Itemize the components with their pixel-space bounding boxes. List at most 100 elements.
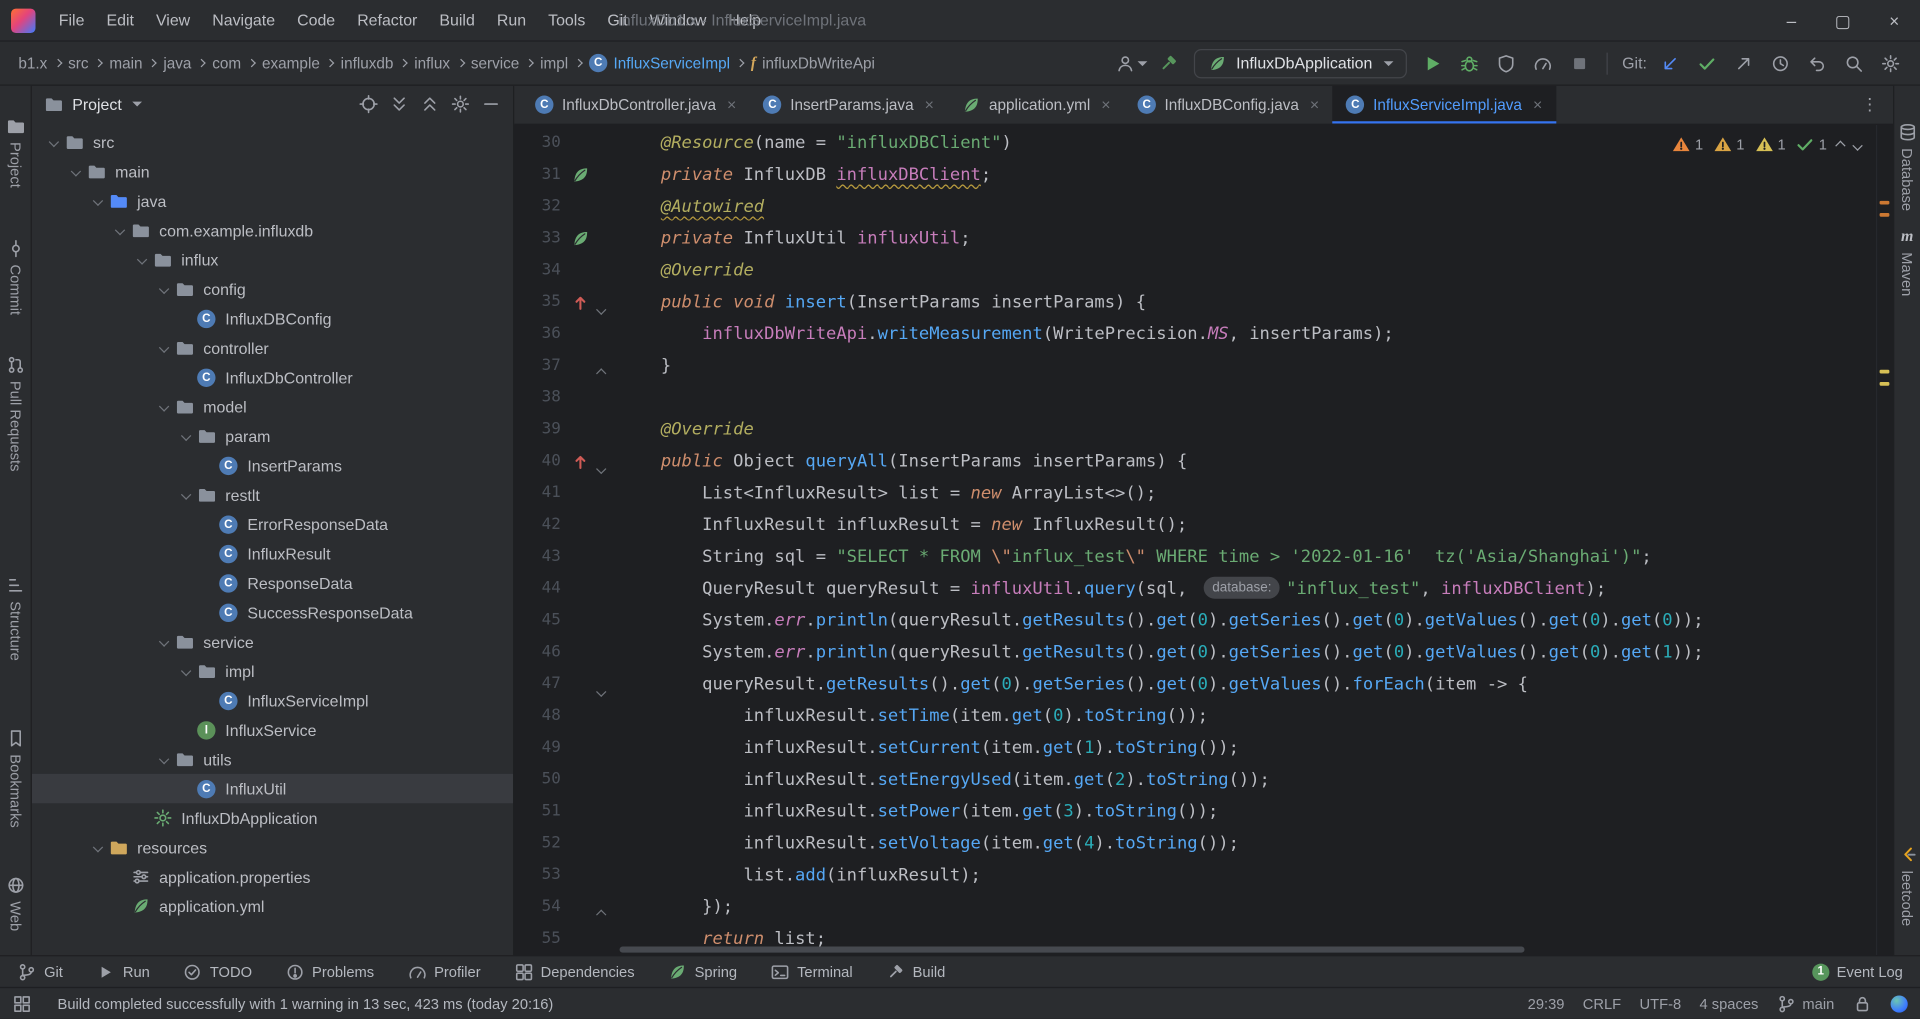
inspection-warning-yellow[interactable]: 1 (1754, 135, 1785, 155)
error-stripe-mark[interactable] (1880, 201, 1890, 205)
toolwindow-button-build[interactable]: Build (886, 962, 946, 982)
tree-chevron-icon[interactable] (66, 168, 86, 175)
tab-close-icon[interactable]: × (1310, 96, 1319, 114)
code-line[interactable]: 42 InfluxResult influxResult = new Influ… (514, 509, 1876, 541)
line-number[interactable]: 55 (514, 923, 561, 955)
run-button[interactable] (1415, 46, 1449, 80)
tab-close-icon[interactable]: × (1101, 96, 1110, 114)
gutter[interactable]: 55 (514, 923, 619, 955)
code-line[interactable]: 44 QueryResult queryResult = influxUtil.… (514, 573, 1876, 605)
inspection-check-green[interactable]: 1 (1795, 135, 1826, 155)
line-number[interactable]: 54 (514, 891, 561, 923)
gutter[interactable]: 47 (514, 669, 619, 701)
tree-item-com-example-influxdb[interactable]: com.example.influxdb (32, 216, 513, 245)
menu-edit[interactable]: Edit (95, 7, 144, 33)
spring-bean-icon[interactable] (571, 165, 591, 189)
tree-item-application-properties[interactable]: application.properties (32, 862, 513, 891)
code-line[interactable]: 48 influxResult.setTime(item.get(0).toSt… (514, 700, 1876, 732)
line-number[interactable]: 31 (514, 159, 561, 191)
tree-item-influxdbconfig[interactable]: CInfluxDBConfig (32, 304, 513, 333)
push-button[interactable] (1727, 46, 1761, 80)
tree-item-successresponsedata[interactable]: CSuccessResponseData (32, 598, 513, 627)
tree-chevron-icon[interactable] (154, 344, 174, 351)
event-log-button[interactable]: 1Event Log (1812, 963, 1903, 980)
fold-marker-icon[interactable] (598, 904, 605, 924)
line-number[interactable]: 39 (514, 414, 561, 446)
breadcrumb-item-service[interactable]: service (465, 52, 526, 74)
line-number[interactable]: 33 (514, 223, 561, 255)
overrides-icon[interactable] (571, 293, 591, 317)
line-number[interactable]: 50 (514, 764, 561, 796)
breadcrumb-item-impl[interactable]: impl (534, 52, 574, 74)
gutter[interactable]: 35 (514, 287, 619, 319)
code-line[interactable]: 36 influxDbWriteApi.writeMeasurement(Wri… (514, 318, 1876, 350)
code-line[interactable]: 37 } (514, 350, 1876, 382)
line-number[interactable]: 38 (514, 382, 561, 414)
tree-item-main[interactable]: main (32, 157, 513, 186)
code-line[interactable]: 52 influxResult.setVoltage(item.get(4).t… (514, 828, 1876, 860)
tree-item-influx[interactable]: influx (32, 245, 513, 274)
inspection-warning-amber[interactable]: 1 (1713, 135, 1744, 155)
gutter[interactable]: 40 (514, 446, 619, 478)
code-line[interactable]: 34 @Override (514, 255, 1876, 287)
error-stripe[interactable] (1876, 125, 1893, 955)
line-number[interactable]: 40 (514, 446, 561, 478)
line-number[interactable]: 49 (514, 732, 561, 764)
breadcrumb-item-influx[interactable]: influx (408, 52, 456, 74)
tree-chevron-icon[interactable] (44, 138, 64, 145)
run-with-coverage-button[interactable] (1489, 46, 1523, 80)
tree-item-influxutil[interactable]: CInfluxUtil (32, 774, 513, 803)
menu-tools[interactable]: Tools (537, 7, 596, 33)
line-number[interactable]: 47 (514, 669, 561, 701)
tree-item-errorresponsedata[interactable]: CErrorResponseData (32, 509, 513, 538)
breadcrumb-item-src[interactable]: src (62, 52, 95, 74)
line-number[interactable]: 34 (514, 255, 561, 287)
gutter[interactable]: 31 (514, 159, 619, 191)
toolwindow-button-todo[interactable]: TODO (183, 962, 252, 982)
line-number[interactable]: 44 (514, 573, 561, 605)
line-number[interactable]: 37 (514, 350, 561, 382)
scrollbar-thumb[interactable] (620, 947, 1525, 953)
git-branch-widget[interactable]: main (1777, 994, 1835, 1014)
tree-chevron-icon[interactable] (176, 667, 196, 674)
gutter[interactable]: 54 (514, 891, 619, 923)
gutter[interactable]: 36 (514, 318, 619, 350)
code-line[interactable]: 33 private InfluxUtil influxUtil; (514, 223, 1876, 255)
profiler-button[interactable] (1525, 46, 1559, 80)
tree-item-src[interactable]: src (32, 127, 513, 156)
toolwindow-button-pull-requests[interactable]: Pull Requests (0, 355, 31, 471)
tree-chevron-icon[interactable] (132, 256, 152, 263)
tree-item-utils[interactable]: utils (32, 744, 513, 773)
line-number[interactable]: 42 (514, 509, 561, 541)
maximize-button[interactable]: ▢ (1817, 0, 1868, 42)
tree-item-config[interactable]: config (32, 274, 513, 303)
breadcrumb-item-example[interactable]: example (256, 52, 326, 74)
error-stripe-mark[interactable] (1880, 370, 1890, 374)
toolwindow-button-commit[interactable]: Commit (0, 239, 31, 315)
line-number[interactable]: 35 (514, 287, 561, 319)
breadcrumb-item-influxdbwriteapi[interactable]: finfluxDbWriteApi (745, 51, 881, 74)
gutter[interactable]: 38 (514, 382, 619, 414)
inlay-hint[interactable]: database: (1204, 577, 1280, 599)
tree-item-controller[interactable]: controller (32, 333, 513, 362)
gutter[interactable]: 52 (514, 828, 619, 860)
code-line[interactable]: 46 System.err.println(queryResult.getRes… (514, 637, 1876, 669)
tree-chevron-icon[interactable] (154, 638, 174, 645)
line-number[interactable]: 51 (514, 796, 561, 828)
tree-item-java[interactable]: java (32, 186, 513, 215)
gutter[interactable]: 30 (514, 127, 619, 159)
run-configuration-select[interactable]: InfluxDbApplication (1194, 48, 1406, 77)
code-line[interactable]: 54 }); (514, 891, 1876, 923)
overrides-icon[interactable] (571, 452, 591, 476)
toolwindow-button-bookmarks[interactable]: Bookmarks (0, 729, 31, 828)
tab-influxserviceimpl-java[interactable]: CInfluxServiceImpl.java× (1333, 86, 1556, 124)
gutter[interactable]: 49 (514, 732, 619, 764)
gutter[interactable]: 34 (514, 255, 619, 287)
gutter[interactable]: 50 (514, 764, 619, 796)
tab-close-icon[interactable]: × (727, 96, 736, 114)
code-line[interactable]: 32 @Autowired (514, 191, 1876, 223)
tab-application-yml[interactable]: application.yml× (947, 86, 1124, 124)
fold-marker-icon[interactable] (598, 681, 605, 701)
menu-navigate[interactable]: Navigate (201, 7, 286, 33)
commit-button[interactable] (1690, 46, 1724, 80)
